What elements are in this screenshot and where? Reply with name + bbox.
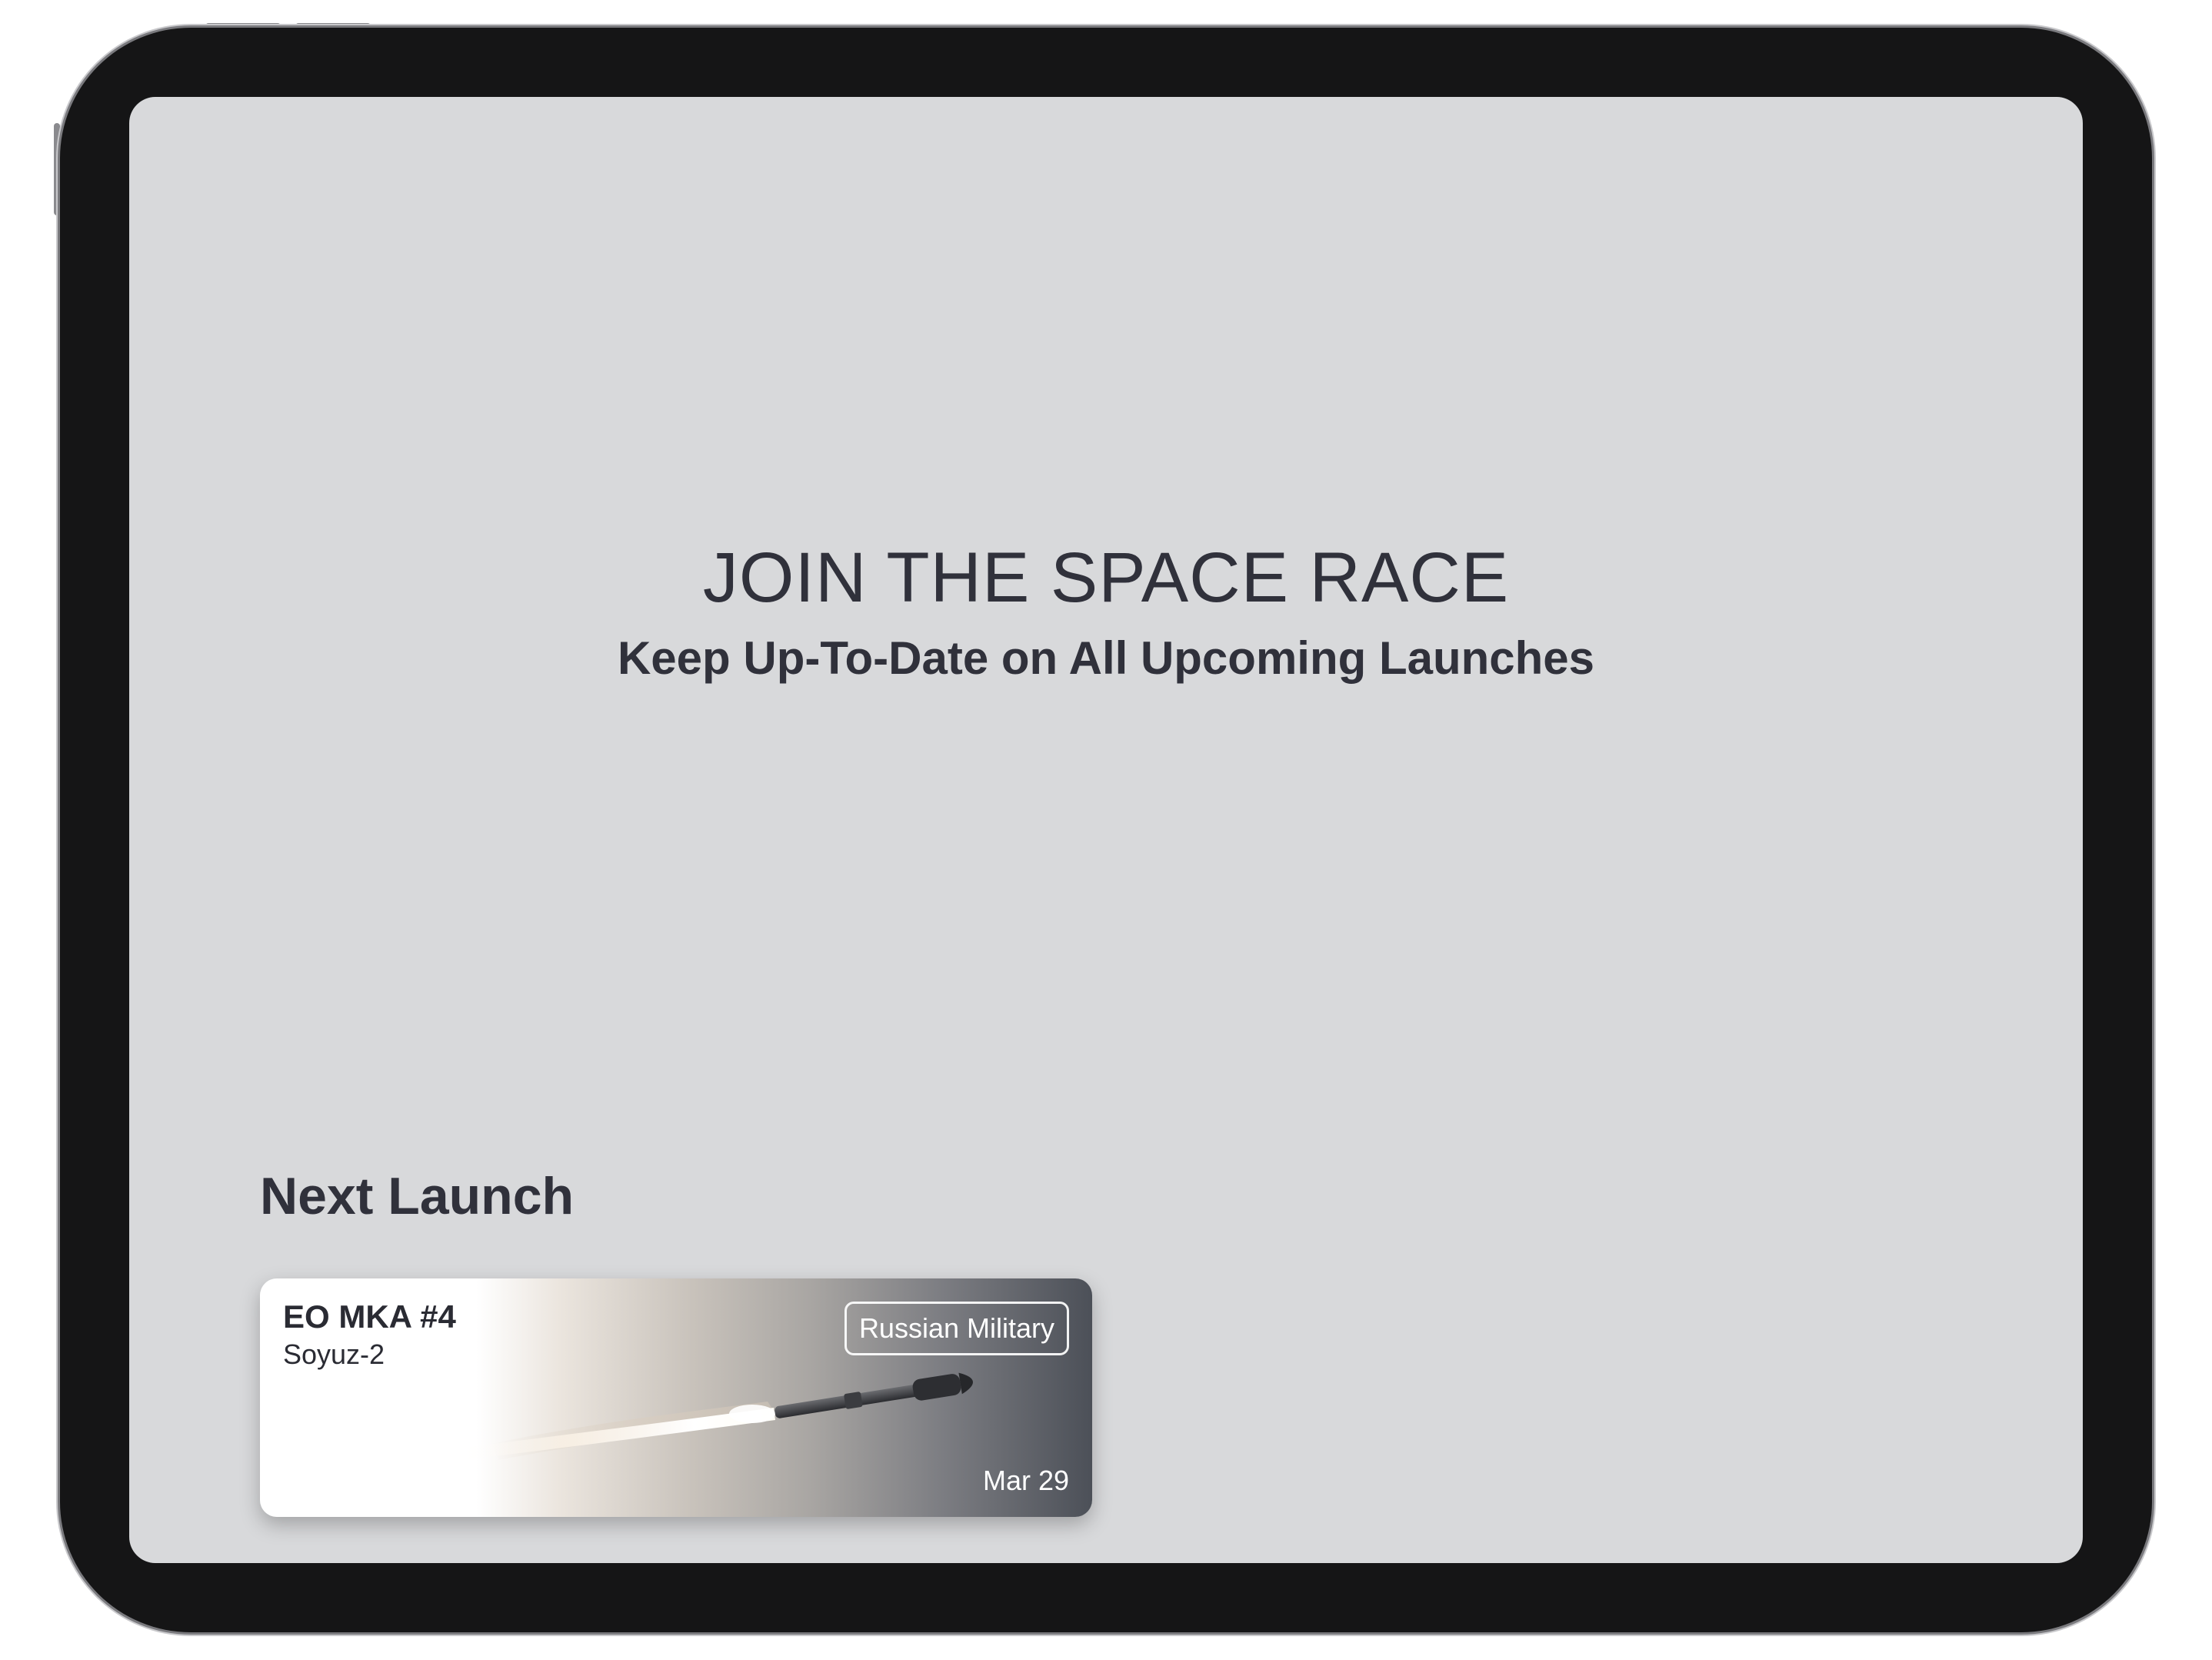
next-launch-card[interactable]: EO MKA #4 Soyuz-2 Russian Military Mar 2… bbox=[260, 1278, 1092, 1517]
launch-date: Mar 29 bbox=[982, 1465, 1069, 1496]
hero-section: JOIN THE SPACE RACE Keep Up-To-Date on A… bbox=[129, 535, 2083, 689]
hero-title: JOIN THE SPACE RACE bbox=[702, 538, 1510, 617]
next-launch-heading: Next Launch bbox=[260, 1167, 575, 1225]
mission-name: EO MKA #4 bbox=[283, 1298, 456, 1335]
hero-subtitle: Keep Up-To-Date on All Upcoming Launches bbox=[617, 632, 1595, 684]
power-button bbox=[54, 123, 60, 215]
tablet-device-frame: JOIN THE SPACE RACE Keep Up-To-Date on A… bbox=[60, 28, 2152, 1632]
screenshot-stage: JOIN THE SPACE RACE Keep Up-To-Date on A… bbox=[0, 0, 2212, 1660]
agency-badge: Russian Military bbox=[844, 1302, 1069, 1355]
rocket-name: Soyuz-2 bbox=[283, 1338, 385, 1370]
app-screen: JOIN THE SPACE RACE Keep Up-To-Date on A… bbox=[129, 97, 2083, 1563]
